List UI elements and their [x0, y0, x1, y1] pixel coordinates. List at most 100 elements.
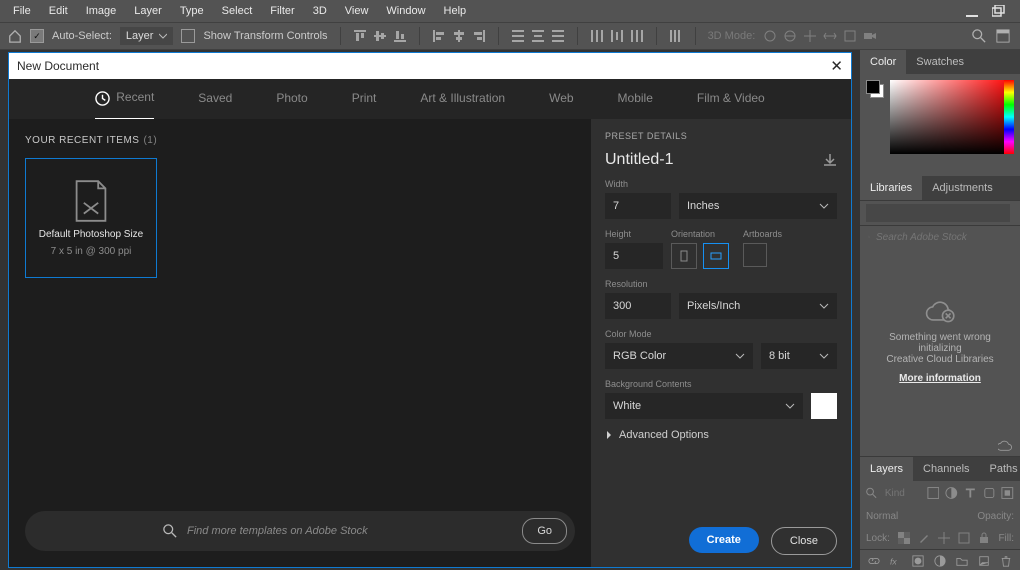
- roll-icon[interactable]: [783, 29, 797, 43]
- orientation-landscape[interactable]: [703, 243, 729, 269]
- auto-select-checkbox[interactable]: ✓: [30, 29, 44, 43]
- mask-icon[interactable]: [912, 554, 924, 568]
- dialog-tab-photo[interactable]: Photo: [276, 78, 307, 120]
- stock-go-button[interactable]: Go: [522, 518, 567, 544]
- new-fill-icon[interactable]: [934, 554, 946, 568]
- layers-kind-filter[interactable]: [883, 487, 921, 500]
- camera-icon[interactable]: [863, 29, 877, 43]
- align-bottom-icon[interactable]: [393, 29, 407, 43]
- menu-type[interactable]: Type: [171, 5, 213, 17]
- home-icon[interactable]: [8, 29, 22, 43]
- bg-color-swatch[interactable]: [811, 393, 837, 419]
- document-name-input[interactable]: Untitled-1: [605, 151, 673, 169]
- width-unit-select[interactable]: Inches: [679, 193, 837, 219]
- dialog-tab-web[interactable]: Web: [549, 78, 573, 120]
- filter-smart-icon[interactable]: [1001, 486, 1014, 500]
- advanced-options-toggle[interactable]: Advanced Options: [605, 429, 837, 441]
- align-right-icon[interactable]: [472, 29, 486, 43]
- dialog-tab-print[interactable]: Print: [352, 78, 377, 120]
- minimize-icon[interactable]: [966, 5, 978, 17]
- link-icon[interactable]: [868, 554, 880, 568]
- lock-brush-icon[interactable]: [918, 532, 930, 544]
- tab-libraries[interactable]: Libraries: [860, 176, 922, 200]
- auto-select-target[interactable]: Layer: [120, 27, 174, 45]
- menu-file[interactable]: File: [4, 5, 40, 17]
- bg-contents-select[interactable]: White: [605, 393, 803, 419]
- overflow-icon[interactable]: [669, 29, 683, 43]
- dist-hcenter-icon[interactable]: [610, 29, 624, 43]
- create-button[interactable]: Create: [689, 527, 759, 553]
- lock-artboard-icon[interactable]: [958, 532, 970, 544]
- pan-icon[interactable]: [803, 29, 817, 43]
- filter-pixel-icon[interactable]: [927, 486, 940, 500]
- filter-shape-icon[interactable]: [983, 486, 996, 500]
- resolution-input[interactable]: 300: [605, 293, 671, 319]
- download-preset-icon[interactable]: [823, 153, 837, 167]
- cloud-refresh-icon[interactable]: [998, 438, 1012, 452]
- align-top-icon[interactable]: [353, 29, 367, 43]
- menu-3d[interactable]: 3D: [304, 5, 336, 17]
- menu-filter[interactable]: Filter: [261, 5, 303, 17]
- height-input[interactable]: 5: [605, 243, 663, 269]
- stock-search-placeholder[interactable]: Find more templates on Adobe Stock: [187, 525, 368, 537]
- workspace-icon[interactable]: [996, 29, 1010, 43]
- menu-view[interactable]: View: [336, 5, 378, 17]
- restore-icon[interactable]: [992, 5, 1006, 17]
- artboards-checkbox[interactable]: [743, 243, 767, 267]
- color-mode-select[interactable]: RGB Color: [605, 343, 753, 369]
- filter-adjust-icon[interactable]: [945, 486, 958, 500]
- dialog-tab-recent[interactable]: Recent: [95, 78, 154, 120]
- dist-vcenter-icon[interactable]: [531, 29, 545, 43]
- dist-top-icon[interactable]: [511, 29, 525, 43]
- resolution-unit-select[interactable]: Pixels/Inch: [679, 293, 837, 319]
- filter-type-icon[interactable]: [964, 486, 977, 500]
- dist-bottom-icon[interactable]: [551, 29, 565, 43]
- dialog-tab-saved[interactable]: Saved: [198, 78, 232, 120]
- blend-mode-select[interactable]: Normal: [866, 511, 898, 522]
- dialog-tab-mobile[interactable]: Mobile: [618, 78, 653, 120]
- menu-select[interactable]: Select: [213, 5, 262, 17]
- slide-icon[interactable]: [823, 29, 837, 43]
- color-picker[interactable]: [890, 80, 1014, 154]
- lock-trans-icon[interactable]: [898, 532, 910, 544]
- orbit-icon[interactable]: [763, 29, 777, 43]
- fg-bg-swatch[interactable]: [866, 80, 884, 98]
- width-input[interactable]: 7: [605, 193, 671, 219]
- menu-image[interactable]: Image: [77, 5, 126, 17]
- lock-all-icon[interactable]: [978, 532, 990, 544]
- new-layer-icon[interactable]: [978, 554, 990, 568]
- dialog-close-x[interactable]: ✕: [830, 57, 843, 75]
- menu-layer[interactable]: Layer: [125, 5, 171, 17]
- align-left-icon[interactable]: [432, 29, 446, 43]
- lib-more-info-link[interactable]: More information: [899, 373, 981, 384]
- menu-help[interactable]: Help: [435, 5, 476, 17]
- libraries-search-input[interactable]: [874, 231, 1012, 244]
- dist-left-icon[interactable]: [590, 29, 604, 43]
- lock-move-icon[interactable]: [938, 532, 950, 544]
- trash-icon[interactable]: [1000, 554, 1012, 568]
- tab-paths[interactable]: Paths: [980, 457, 1020, 481]
- align-vcenter-icon[interactable]: [373, 29, 387, 43]
- dist-right-icon[interactable]: [630, 29, 644, 43]
- recent-preset[interactable]: Default Photoshop Size 7 x 5 in @ 300 pp…: [25, 158, 157, 278]
- tab-adjustments[interactable]: Adjustments: [922, 176, 1003, 200]
- libraries-dropdown[interactable]: [870, 207, 1006, 220]
- tab-color[interactable]: Color: [860, 50, 906, 74]
- search-icon[interactable]: [972, 29, 986, 43]
- show-transform-checkbox[interactable]: [181, 29, 195, 43]
- group-icon[interactable]: [956, 554, 968, 568]
- color-depth-select[interactable]: 8 bit: [761, 343, 837, 369]
- menu-edit[interactable]: Edit: [40, 5, 77, 17]
- tab-swatches[interactable]: Swatches: [906, 50, 974, 74]
- tab-layers[interactable]: Layers: [860, 457, 913, 481]
- orientation-portrait[interactable]: [671, 243, 697, 269]
- align-hcenter-icon[interactable]: [452, 29, 466, 43]
- scale-icon[interactable]: [843, 29, 857, 43]
- dialog-tab-film[interactable]: Film & Video: [697, 78, 765, 120]
- height-label: Height: [605, 229, 663, 239]
- fx-icon[interactable]: fx: [890, 554, 902, 568]
- menu-window[interactable]: Window: [377, 5, 434, 17]
- tab-channels[interactable]: Channels: [913, 457, 979, 481]
- close-button[interactable]: Close: [771, 527, 837, 555]
- dialog-tab-art[interactable]: Art & Illustration: [420, 78, 505, 120]
